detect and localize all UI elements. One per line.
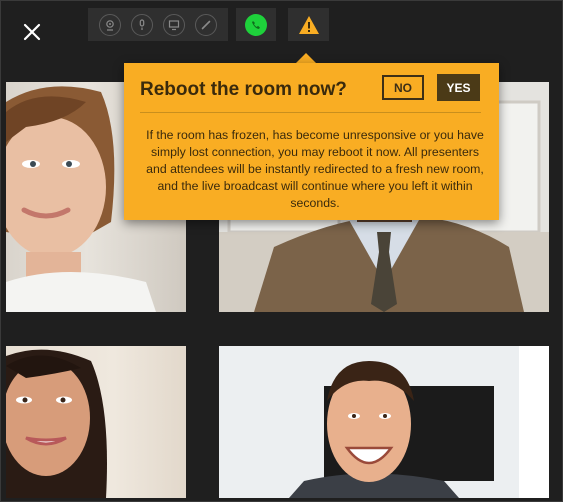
- participant-image: [6, 349, 107, 498]
- close-icon: [23, 23, 41, 41]
- microphone-toggle[interactable]: [131, 13, 153, 36]
- call-button[interactable]: [245, 13, 267, 36]
- camera-toggle[interactable]: [99, 13, 121, 36]
- screen-share-icon: [168, 19, 180, 30]
- participant-video-4: [219, 346, 549, 498]
- reboot-control[interactable]: [288, 8, 329, 41]
- participant-image: [219, 346, 549, 498]
- dialog-message: If the room has frozen, has become unres…: [146, 128, 484, 210]
- call-control: [236, 8, 276, 41]
- microphone-icon: [139, 18, 145, 30]
- reboot-dialog: Reboot the room now? NO YES If the room …: [124, 63, 499, 220]
- screen-share-toggle[interactable]: [163, 13, 185, 36]
- pen-icon: [201, 20, 211, 29]
- no-button[interactable]: NO: [382, 75, 424, 100]
- participant-video-3: [6, 346, 186, 498]
- camera-icon: [106, 19, 114, 31]
- whiteboard-toggle[interactable]: [195, 13, 217, 36]
- yes-button[interactable]: YES: [437, 74, 480, 101]
- media-controls: [88, 8, 228, 41]
- dialog-divider: [140, 112, 481, 113]
- phone-icon: [252, 20, 260, 29]
- dialog-title: Reboot the room now?: [140, 79, 347, 100]
- close-button[interactable]: [20, 20, 44, 44]
- warning-icon: [298, 15, 319, 34]
